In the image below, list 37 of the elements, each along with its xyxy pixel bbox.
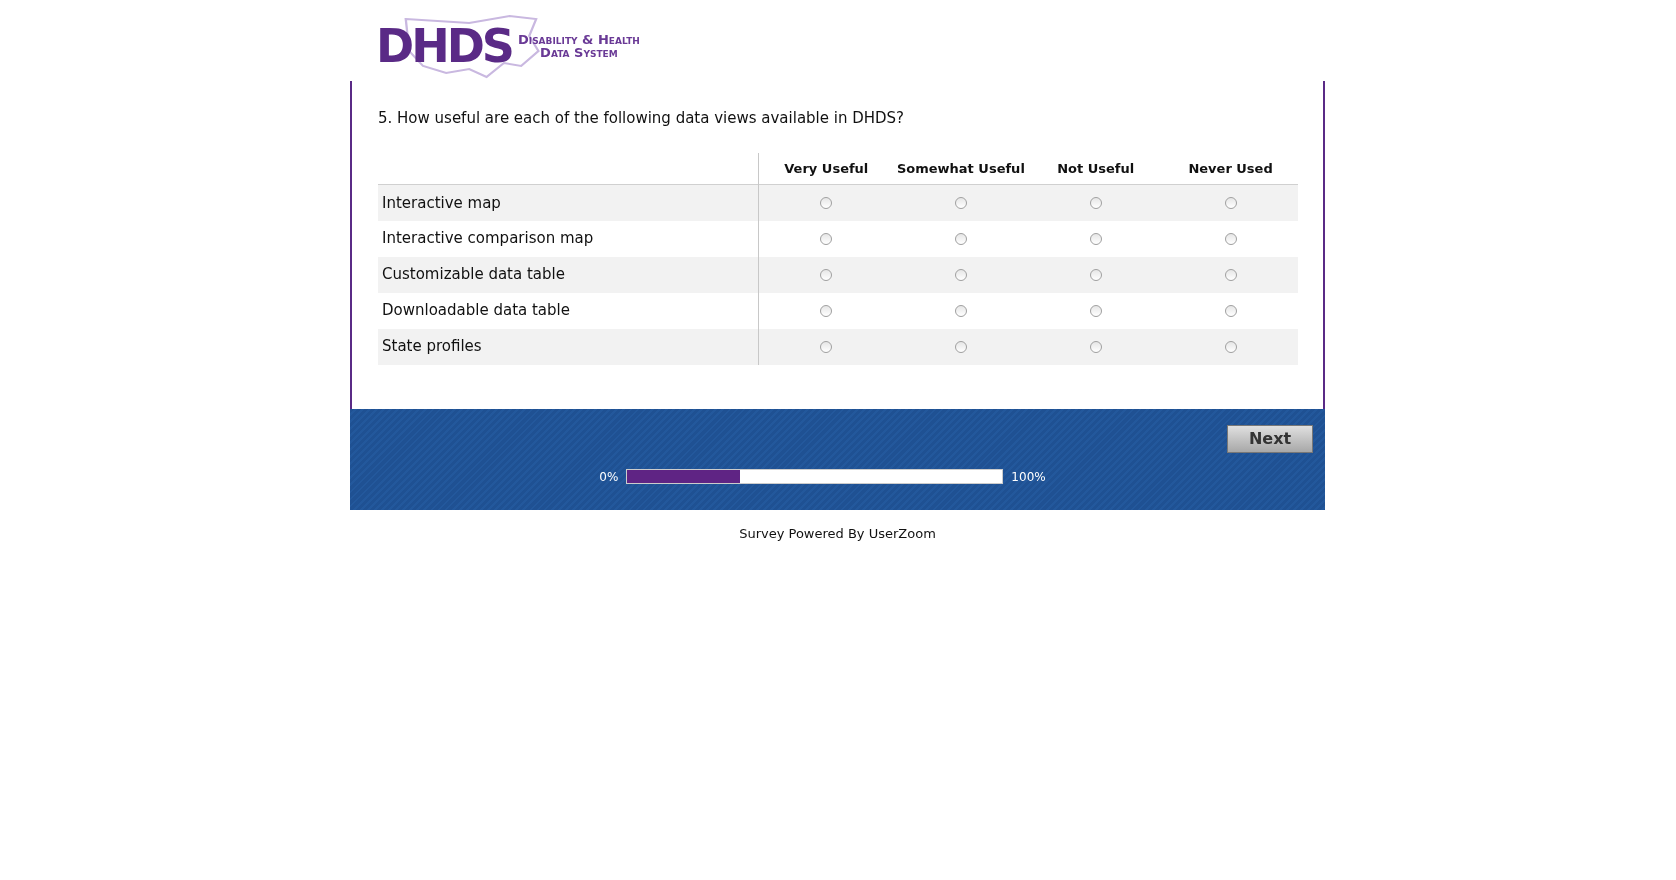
radio-button[interactable]: [820, 197, 833, 209]
radio-button[interactable]: [1089, 340, 1102, 353]
column-header: Very Useful: [784, 160, 869, 176]
next-button[interactable]: Next: [1227, 424, 1313, 453]
radio-button[interactable]: [954, 340, 967, 353]
row-label: Customizable data table: [382, 265, 565, 284]
row-label: Interactive comparison map: [382, 229, 594, 248]
radio-button[interactable]: [954, 304, 967, 317]
radio-button[interactable]: [954, 232, 967, 245]
radio-button[interactable]: [820, 268, 833, 281]
progress-start-label: 0%: [599, 468, 619, 486]
logo-mark: DHDS: [376, 22, 512, 69]
row-label: State profiles: [382, 337, 482, 356]
radio-button[interactable]: [820, 232, 833, 245]
logo-name: Disability & Health: [518, 32, 640, 46]
radio-button[interactable]: [1224, 268, 1237, 281]
row-label: Downloadable data table: [382, 301, 570, 320]
progress-end-label: 100%: [1011, 468, 1046, 486]
logo-name: Data System: [540, 45, 618, 59]
radio-button[interactable]: [1089, 304, 1102, 317]
radio-button[interactable]: [954, 268, 967, 281]
radio-button[interactable]: [1089, 232, 1102, 245]
column-header: Somewhat Useful: [896, 160, 1025, 176]
radio-button[interactable]: [1224, 340, 1237, 353]
radio-button[interactable]: [1224, 232, 1237, 245]
column-header: Never Used: [1188, 160, 1273, 176]
footer-text: Survey Powered By UserZoom: [739, 524, 936, 543]
row-label: Interactive map: [382, 193, 501, 212]
radio-button[interactable]: [954, 197, 967, 209]
radio-button[interactable]: [1224, 304, 1237, 317]
radio-button[interactable]: [820, 340, 833, 353]
radio-button[interactable]: [1089, 197, 1102, 209]
radio-button[interactable]: [1224, 197, 1237, 209]
question-text: 5. How useful are each of the following data views available in DHDS?: [378, 108, 906, 129]
column-header: Not Useful: [1057, 160, 1135, 176]
radio-button[interactable]: [1089, 268, 1102, 281]
radio-button[interactable]: [820, 304, 833, 317]
